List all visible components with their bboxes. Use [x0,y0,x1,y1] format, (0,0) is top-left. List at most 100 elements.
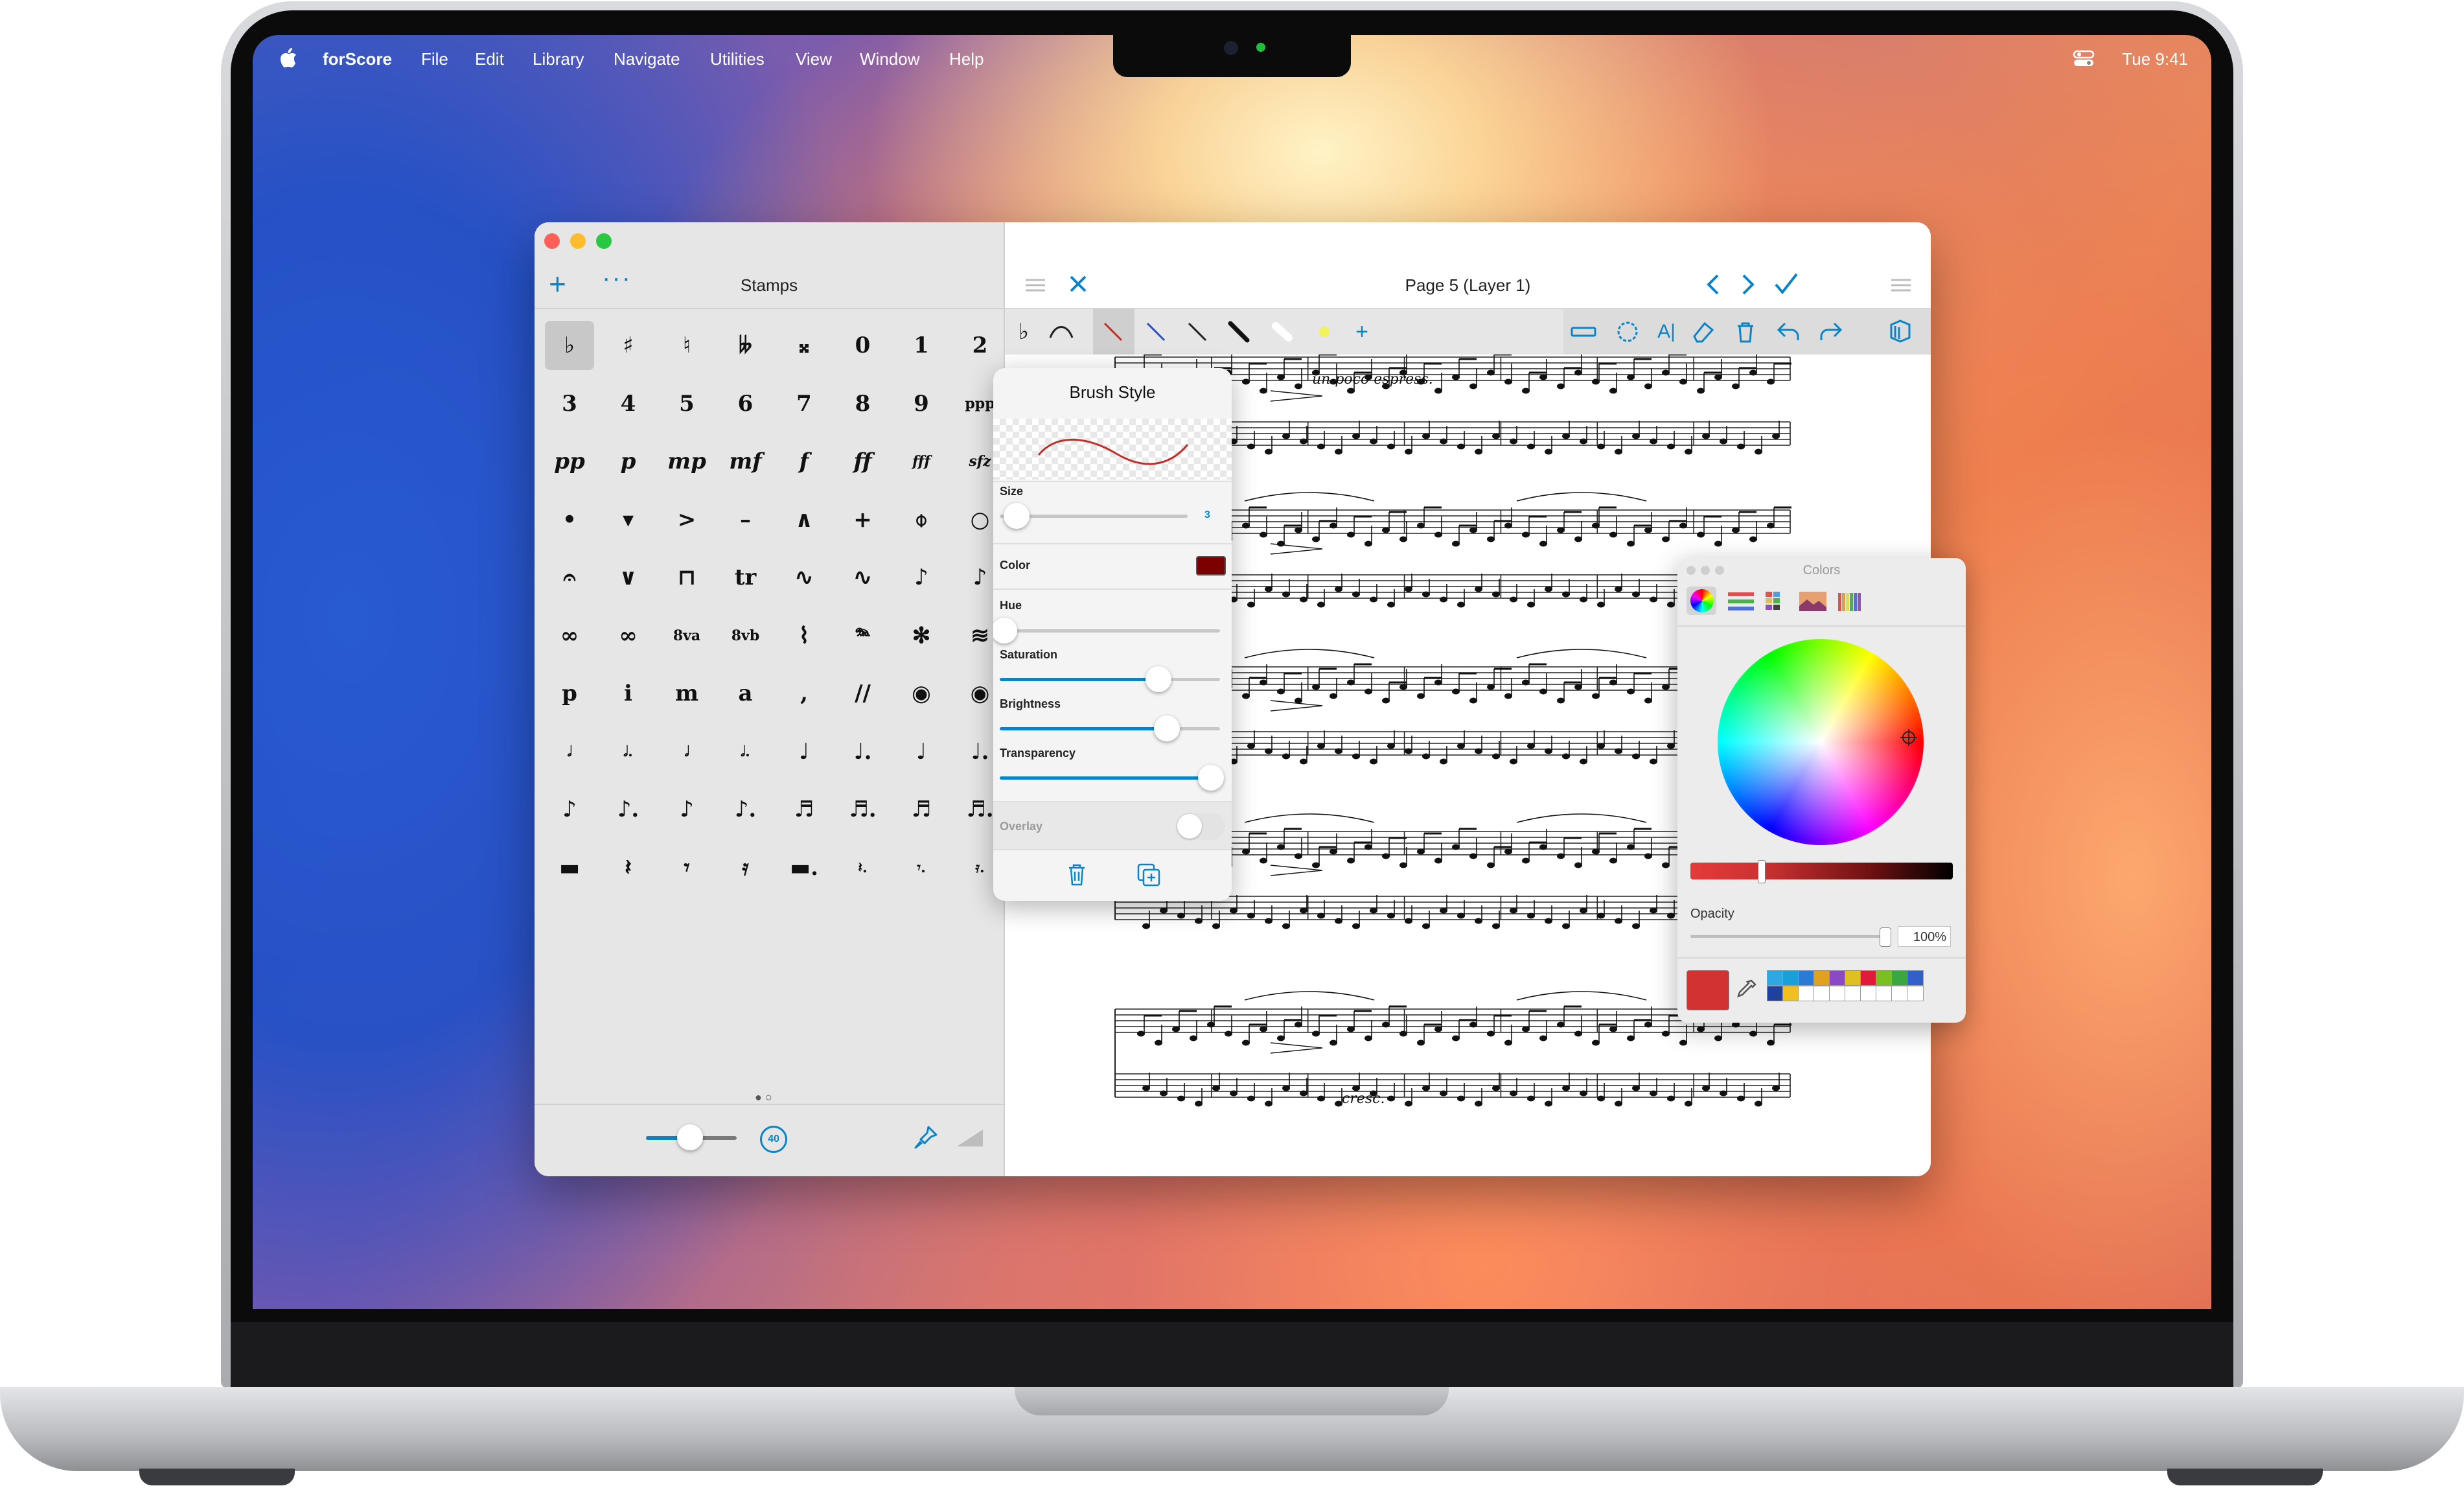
redo-icon[interactable] [1817,318,1845,345]
stamp-item[interactable]: 𝆮 [838,611,888,660]
flat-stamp-tool-icon[interactable]: ♭ [1010,318,1037,345]
palette-swatch[interactable] [1829,986,1846,1001]
menu-window[interactable]: Window [860,49,919,69]
control-center-icon[interactable] [2073,49,2095,67]
current-color-well[interactable] [1687,970,1729,1010]
close-window-button[interactable] [544,233,560,249]
opacity-slider-knob[interactable] [1880,927,1891,947]
hue-slider-track[interactable] [1000,629,1220,633]
menu-library[interactable]: Library [533,49,584,69]
crayons-mode-icon[interactable] [1837,589,1863,614]
stamp-item[interactable]: 7 [779,379,829,428]
lasso-icon[interactable] [1614,318,1641,345]
palette-swatch[interactable] [1767,986,1784,1001]
stamp-item[interactable]: ∿ [779,553,829,602]
slur-tool-icon[interactable] [1048,318,1075,345]
stamp-item[interactable]: 8 [838,379,888,428]
palette-swatch[interactable] [1767,970,1784,986]
stamp-item[interactable]: 𝄫 [721,321,770,370]
color-wheel[interactable] [1718,639,1924,845]
stamp-item[interactable]: ∞ [545,611,594,660]
menu-help[interactable]: Help [949,49,984,69]
layers-icon[interactable] [1886,318,1913,345]
stamp-item[interactable]: 6 [721,379,770,428]
palette-swatch[interactable] [1907,986,1924,1001]
stamp-item[interactable]: 𝅗𝅥. [721,727,770,776]
stamp-item[interactable]: 2 [956,321,1005,370]
palette-swatch[interactable] [1798,970,1815,986]
stamp-item[interactable]: f [779,437,829,486]
ruler-icon[interactable] [1570,318,1597,345]
stamp-item[interactable]: 3 [545,379,594,428]
menu-edit[interactable]: Edit [475,49,504,69]
stamp-item[interactable]: 𝄽 [604,843,653,892]
brightness-strip-handle[interactable] [1758,860,1766,883]
done-checkmark-icon[interactable] [1773,272,1799,296]
stamp-item[interactable]: ♪. [721,785,770,834]
stamp-item[interactable]: 5 [662,379,711,428]
stamp-item[interactable]: • [545,495,594,544]
menu-navigate[interactable]: Navigate [614,49,680,69]
stamp-item[interactable]: ♪. [604,785,653,834]
red-pen-tool-icon[interactable] [1100,318,1127,345]
overlay-toggle[interactable] [1176,813,1225,840]
stamp-item[interactable]: m [662,669,711,718]
stamp-size-value[interactable]: 40 [760,1126,787,1153]
palette-swatch[interactable] [1845,970,1861,986]
stamp-item[interactable]: 𝅗𝅥 [545,727,594,776]
stamp-item[interactable]: ff [838,437,888,486]
previous-page-icon[interactable] [1703,273,1725,296]
palette-swatch[interactable] [1891,970,1908,986]
stamp-item[interactable]: ∿ [838,553,888,602]
size-slider-knob[interactable] [1004,503,1030,529]
stamp-size-slider-knob[interactable] [677,1124,703,1150]
stamp-item[interactable]: ♮ [662,321,711,370]
stamp-item[interactable]: pp [545,437,594,486]
add-preset-icon[interactable]: + [1348,318,1376,345]
menu-app-name[interactable]: forScore [323,49,392,69]
next-page-icon[interactable] [1736,273,1758,296]
white-highlighter-tool-icon[interactable] [1269,318,1296,345]
marker-tool-icon[interactable] [1225,318,1252,345]
stamp-item[interactable]: mf [721,437,770,486]
stamp-item[interactable]: ♪ [662,785,711,834]
stamp-item[interactable]: 4 [604,379,653,428]
stamp-item[interactable]: ♬. [838,785,888,834]
palette-swatch[interactable] [1860,986,1877,1001]
stamp-item[interactable]: ◉ [897,669,946,718]
palette-swatch[interactable] [1782,986,1799,1001]
transparency-slider-knob[interactable] [1198,765,1225,791]
saturation-slider-knob[interactable] [1145,666,1171,692]
stamp-item[interactable]: ♬ [897,785,946,834]
eraser-icon[interactable] [1689,318,1716,345]
palette-swatch[interactable] [1860,970,1877,986]
palette-swatch[interactable] [1798,986,1815,1001]
stamp-item[interactable]: 𝄐 [545,553,594,602]
stamp-item[interactable]: 𝄿 [721,843,770,892]
brightness-slider-knob[interactable] [1154,715,1180,741]
stamp-item[interactable]: fff [897,437,946,486]
stamp-item[interactable]: ▬ [545,843,594,892]
trash-icon[interactable] [1732,318,1759,345]
stamp-item[interactable]: ∞ [604,611,653,660]
brightness-strip[interactable] [1690,863,1953,879]
eyedropper-icon[interactable] [1733,977,1759,1003]
text-tool-icon[interactable]: A| [1653,318,1680,345]
menu-utilities[interactable]: Utilities [710,49,765,69]
image-palettes-mode-icon[interactable] [1798,590,1828,612]
stamp-item[interactable]: ⌽ [897,495,946,544]
stamp-item[interactable]: ✻ [897,611,946,660]
stamp-item[interactable]: ♪ [897,553,946,602]
stamp-item[interactable]: 8vb [721,611,770,660]
stamp-item[interactable]: 𝄪 [779,321,829,370]
flag-icon[interactable] [956,1127,984,1148]
yellow-highlighter-tool-icon[interactable] [1311,318,1338,345]
stamp-item[interactable]: 0 [838,321,888,370]
blue-pen-tool-icon[interactable] [1142,318,1169,345]
color-palettes-mode-icon[interactable] [1763,590,1789,612]
menu-view[interactable]: View [796,49,832,69]
opacity-value-field[interactable]: 100% [1898,926,1951,947]
palette-swatch[interactable] [1845,986,1861,1001]
stamp-item[interactable]: tr [721,553,770,602]
stamp-item[interactable]: 𝄾 [662,843,711,892]
